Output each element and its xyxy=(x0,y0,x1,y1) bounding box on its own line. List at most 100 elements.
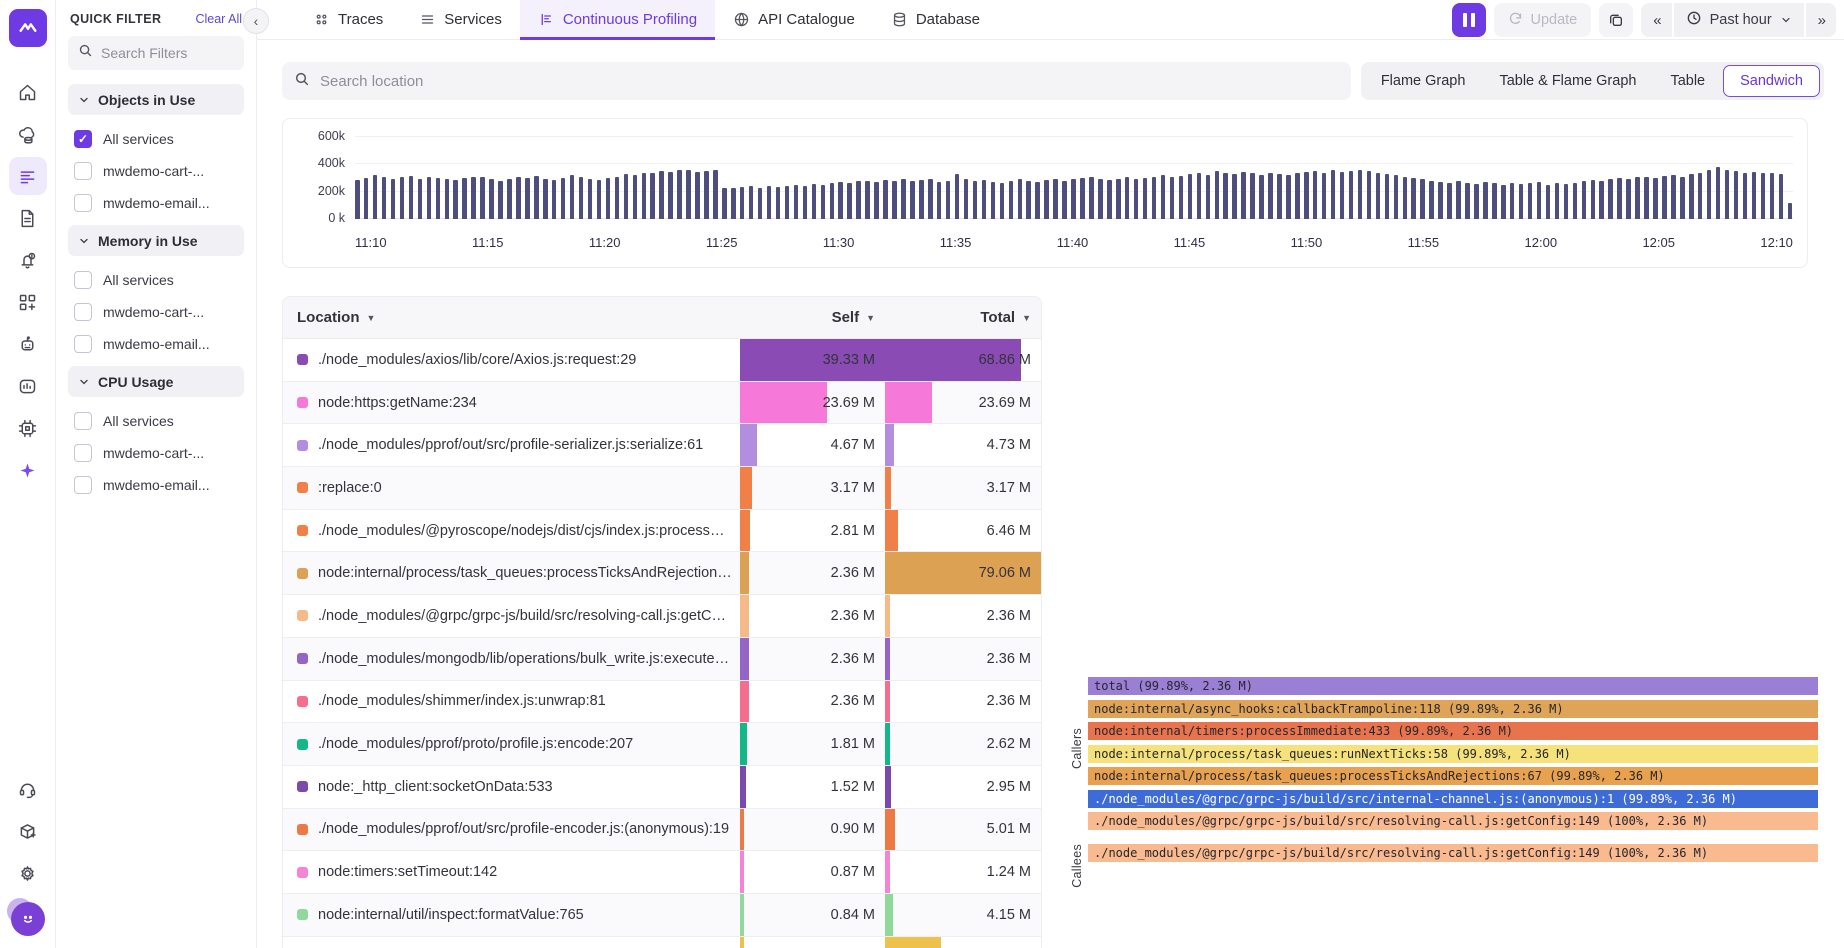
sandwich-frame-bar[interactable]: node:internal/process/task_queues:proces… xyxy=(1088,767,1818,785)
tab-database[interactable]: Database xyxy=(873,0,998,39)
timeline-bar[interactable] xyxy=(659,171,664,219)
timeline-bar[interactable] xyxy=(1447,183,1452,219)
location-search[interactable] xyxy=(282,62,1351,100)
timeline-bar[interactable] xyxy=(821,185,826,219)
timeline-bar[interactable] xyxy=(767,186,772,219)
checkbox-unchecked[interactable] xyxy=(74,303,92,321)
package-add-icon[interactable] xyxy=(9,812,47,850)
filter-checkbox-item[interactable]: mwdemo-cart-... xyxy=(68,296,244,328)
timeline-bar[interactable] xyxy=(543,179,548,219)
timeline-bar[interactable] xyxy=(1089,177,1094,219)
filter-checkbox-item[interactable]: mwdemo-cart-... xyxy=(68,437,244,469)
table-row[interactable]: node:internal/process/task_queues:proces… xyxy=(283,552,1041,595)
timeline-bar[interactable] xyxy=(1340,172,1345,219)
timeline-bar[interactable] xyxy=(1662,176,1667,219)
filter-checkbox-item[interactable]: All services xyxy=(68,264,244,296)
checkbox-unchecked[interactable] xyxy=(74,271,92,289)
tab-traces[interactable]: Traces xyxy=(295,0,401,39)
timeline-bar[interactable] xyxy=(713,170,718,219)
timeline-bar[interactable] xyxy=(552,180,557,219)
timeline-bar[interactable] xyxy=(1483,182,1488,219)
timeline-bar[interactable] xyxy=(1116,179,1121,219)
table-row[interactable]: ./node_modules/axios/lib/core/Axios.js:r… xyxy=(283,339,1041,382)
timeline-bar[interactable] xyxy=(633,175,638,219)
timeline-bar[interactable] xyxy=(856,181,861,219)
timeline-bar[interactable] xyxy=(776,187,781,219)
timeline-bar[interactable] xyxy=(1626,179,1631,219)
tab-api-catalogue[interactable]: API Catalogue xyxy=(715,0,873,39)
timeline-bar[interactable] xyxy=(409,176,414,219)
checkbox-unchecked[interactable] xyxy=(74,476,92,494)
timeline-bar[interactable] xyxy=(1170,177,1175,219)
timeline-bar[interactable] xyxy=(1420,179,1425,219)
timeline-bar[interactable] xyxy=(570,175,575,219)
chart-plot-area[interactable]: 0 k200k400k600k xyxy=(355,137,1793,219)
view-button-table-flame-graph[interactable]: Table & Flame Graph xyxy=(1483,65,1652,97)
timeline-bar[interactable] xyxy=(1018,179,1023,219)
timeline-bar[interactable] xyxy=(1394,175,1399,219)
clear-all-link[interactable]: Clear All xyxy=(195,12,242,26)
timeline-bar[interactable] xyxy=(391,179,396,219)
timeline-bar[interactable] xyxy=(1519,184,1524,219)
timeline-bar[interactable] xyxy=(498,181,503,219)
location-search-input[interactable] xyxy=(320,73,1339,90)
timeline-bar[interactable] xyxy=(1555,183,1560,219)
timeline-bar[interactable] xyxy=(1188,174,1193,219)
timeline-bar[interactable] xyxy=(534,176,539,219)
sandwich-frame-bar[interactable]: node:internal/timers:processImmediate:43… xyxy=(1088,722,1818,740)
timeline-bar[interactable] xyxy=(1062,181,1067,219)
filter-checkbox-item[interactable]: All services xyxy=(68,123,244,155)
timeline-bar[interactable] xyxy=(1743,173,1748,219)
timeline-bar[interactable] xyxy=(382,177,387,219)
profiling-list-icon[interactable] xyxy=(9,157,47,195)
timeline-bar[interactable] xyxy=(427,177,432,219)
timeline-bar[interactable] xyxy=(436,178,441,219)
time-forward-button[interactable]: » xyxy=(1806,3,1836,37)
filter-section-objects-in-use[interactable]: Objects in Use xyxy=(68,84,244,115)
timeline-bar[interactable] xyxy=(1197,173,1202,219)
timeline-bar[interactable] xyxy=(1492,183,1497,219)
sandwich-frame-bar[interactable]: ./node_modules/@grpc/grpc-js/build/src/i… xyxy=(1088,790,1818,808)
checkbox-unchecked[interactable] xyxy=(74,412,92,430)
sandwich-frame-bar[interactable]: node:internal/process/task_queues:runNex… xyxy=(1088,745,1818,763)
timeline-bar[interactable] xyxy=(1788,203,1793,219)
table-row[interactable]: ./node_modules/@grpc/grpc-js/build/src/r… xyxy=(283,595,1041,638)
timeline-bar[interactable] xyxy=(749,186,754,219)
timeline-bar[interactable] xyxy=(865,181,870,219)
timeline-bar[interactable] xyxy=(606,178,611,219)
timeline-bar[interactable] xyxy=(847,183,852,219)
timeline-bar[interactable] xyxy=(695,172,700,219)
timeline-bar[interactable] xyxy=(1215,171,1220,219)
timeline-bar[interactable] xyxy=(1322,173,1327,219)
timeline-bar[interactable] xyxy=(677,170,682,219)
timeline-bar[interactable] xyxy=(722,188,727,219)
table-row[interactable]: ./node_modules/shimmer/index.js:unwrap:8… xyxy=(283,681,1041,724)
sandwich-frame-bar[interactable]: total (99.89%, 2.36 M) xyxy=(1088,677,1818,695)
pause-button[interactable] xyxy=(1452,3,1486,37)
dashboard-add-icon[interactable] xyxy=(9,283,47,321)
filter-checkbox-item[interactable]: mwdemo-email... xyxy=(68,469,244,501)
timeline-bar[interactable] xyxy=(462,178,467,219)
checkbox-unchecked[interactable] xyxy=(74,444,92,462)
timeline-bar[interactable] xyxy=(1608,179,1613,219)
timeline-bar[interactable] xyxy=(919,180,924,219)
timeline-bar[interactable] xyxy=(668,172,673,219)
timeline-bar[interactable] xyxy=(1313,171,1318,219)
sandwich-frame-bar[interactable]: node:internal/async_hooks:callbackTrampo… xyxy=(1088,700,1818,718)
timeline-bar[interactable] xyxy=(1286,175,1291,219)
timeline-bar[interactable] xyxy=(1241,172,1246,219)
timeline-bar[interactable] xyxy=(1707,170,1712,219)
filter-checkbox-item[interactable]: mwdemo-email... xyxy=(68,328,244,360)
bot-icon[interactable] xyxy=(9,325,47,363)
timeline-bar[interactable] xyxy=(1035,182,1040,219)
timeline-bar[interactable] xyxy=(1680,177,1685,219)
table-row[interactable]: ./node_modules/pprof/out/src/profile-ser… xyxy=(283,424,1041,467)
timeline-bar[interactable] xyxy=(525,178,530,219)
timeline-bar[interactable] xyxy=(1564,184,1569,219)
timeline-bar[interactable] xyxy=(471,177,476,219)
timeline-bar[interactable] xyxy=(1501,185,1506,219)
timeline-bar[interactable] xyxy=(991,182,996,219)
timeline-bar[interactable] xyxy=(364,178,369,219)
view-button-sandwich[interactable]: Sandwich xyxy=(1723,65,1820,97)
timeline-bar[interactable] xyxy=(1698,173,1703,219)
